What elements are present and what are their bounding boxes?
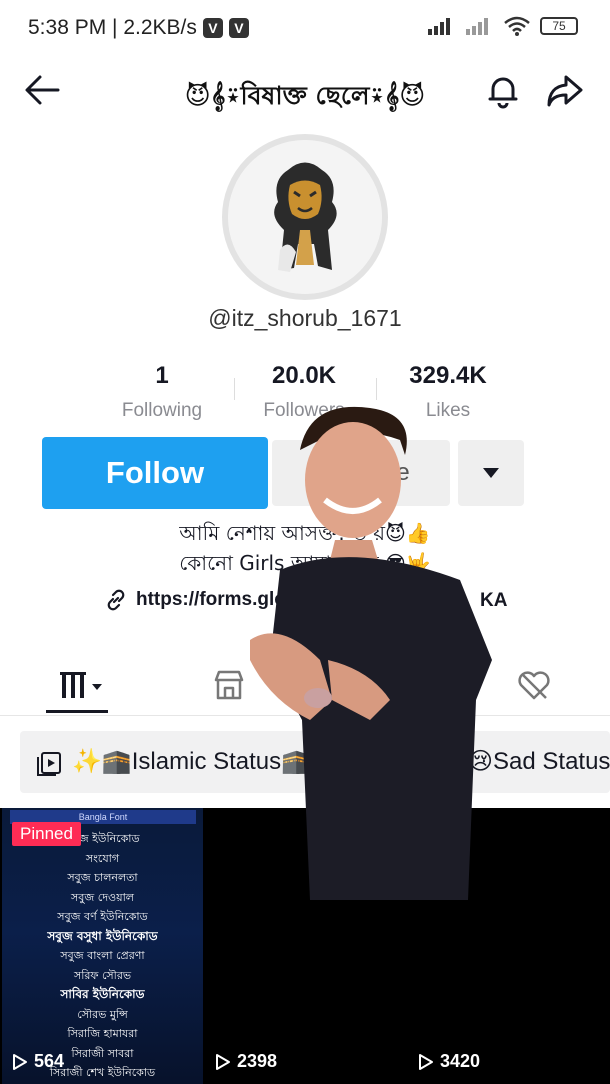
status-left: 5:38 PM | 2.2KB/s V V [28,16,249,40]
active-tab-indicator [46,710,108,713]
top-bar: 😈𝄞⍣বিষাক্ত ছেলে⍣𝄞😈 [0,62,610,122]
following-label: Following [121,400,203,421]
thumbnail-text-line: সাবির ইউনিকোড [60,987,145,1001]
status-right: 75 [428,16,578,36]
view-count: 2398 [215,1051,277,1072]
followers-count: 20.0K [271,362,337,389]
person-overlay-image [250,406,492,900]
thumbnail-text-line: সিরাজি হামাযরা [67,1027,138,1040]
following-count: 1 [155,362,169,389]
battery-icon: 75 [540,17,578,35]
vpn-icon-2: V [228,18,249,38]
follow-button[interactable]: Follow [42,437,268,509]
thumbnail-text-line: সৌরভ মুন্সি [77,1007,128,1021]
stat-divider [376,378,377,400]
view-count-value: 2398 [237,1051,278,1071]
status-bar: 5:38 PM | 2.2KB/s V V 75 [0,0,610,56]
video-thumbnail[interactable]: Bangla Font সবুজ ইউনিকোড সংযোগ সবুজ চালনলত… [2,808,203,1084]
view-count: 3420 [418,1051,480,1072]
view-count-value: 3420 [440,1051,481,1071]
profile-name: 😈𝄞⍣বিষাক্ত ছেলে⍣𝄞😈 [184,81,426,110]
thumbnail-text-line: সবুজ চালনলতা [67,871,138,884]
avatar[interactable] [222,134,388,300]
username: @itz_shorub_1671 [208,305,402,331]
thumbnail-text-line: সরিফ সৌরভ [73,968,132,982]
vpn-icon: V [202,18,223,38]
link-icon [107,589,125,611]
bell-icon[interactable] [484,72,522,110]
liked-hidden-icon [518,671,550,700]
share-icon[interactable] [546,74,584,108]
thumbnail-text-line: সবুজ বসুধা ইউনিকোড [47,928,158,943]
status-time: 5:38 PM | 2.2KB/s [28,16,197,39]
pinned-badge: Pinned [12,822,81,846]
wifi-icon [504,16,530,36]
playlist-icon [37,752,61,776]
signal-icon [428,18,450,35]
thumbnail-text-line: সবুজ দেওয়াল [71,890,134,904]
play-icon [419,1053,433,1070]
play-icon [216,1053,230,1070]
signal-icon-2 [466,18,488,35]
view-count-value: 564 [34,1051,65,1071]
thumbnail-text-line: সংযোগ [85,851,120,865]
likes-count: 329.4K [409,362,487,389]
lion-avatar-icon [228,140,382,294]
grid-bars-icon [60,672,102,698]
following-stat[interactable]: 1 Following [92,362,232,422]
view-count: 564 [12,1051,64,1072]
thumbnail-text-line: সবুজ বাংলা প্রেরণা [60,949,145,962]
tab-liked[interactable] [516,668,552,707]
tab-videos[interactable] [58,668,106,707]
thumbnail-text-line: সবুজ বর্ণ ইউনিকোড [57,910,148,923]
play-icon [13,1053,27,1070]
back-arrow-icon[interactable] [24,74,60,106]
